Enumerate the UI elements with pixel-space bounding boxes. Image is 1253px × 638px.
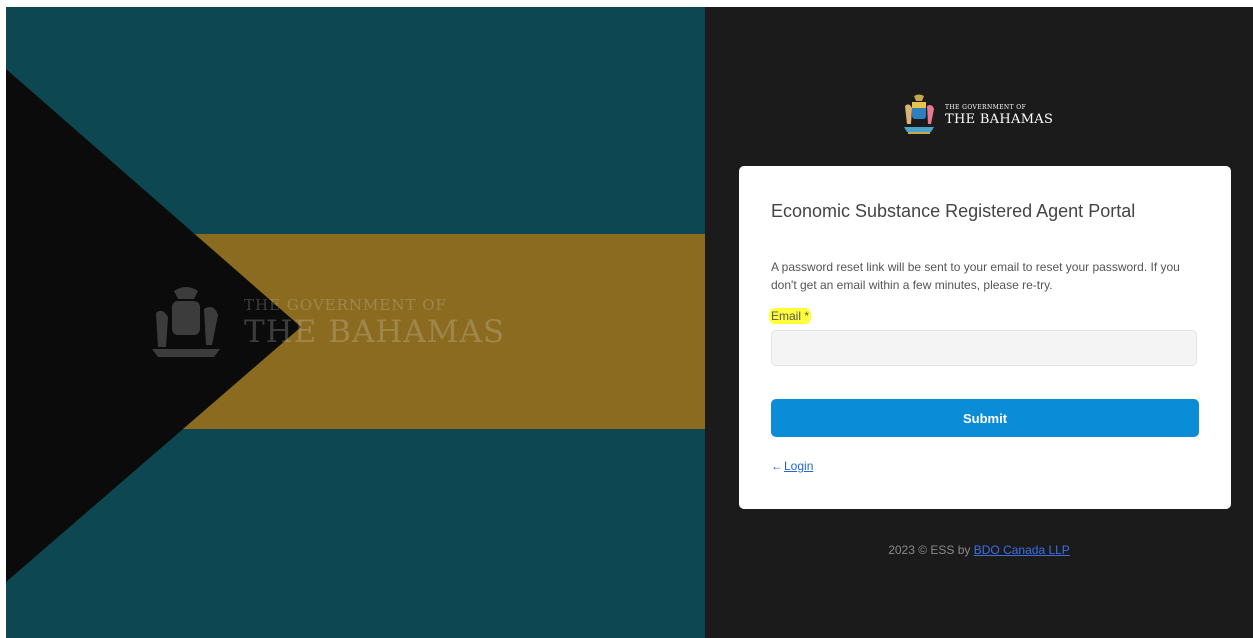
login-link-label: Login (784, 459, 814, 473)
password-reset-card: Economic Substance Registered Agent Port… (739, 166, 1231, 509)
card-title: Economic Substance Registered Agent Port… (771, 201, 1136, 221)
login-link[interactable]: ← Login (771, 459, 813, 473)
login-screen: THE GOVERNMENT OF THE BAHAMAS THE GOVERN… (6, 7, 1253, 638)
watermark-coat-of-arms-icon (152, 287, 220, 357)
footer: 2023 © ESS by BDO Canada LLP (705, 543, 1253, 557)
footer-copyright: 2023 © ESS by (888, 543, 974, 557)
brand-line2: THE BAHAMAS (945, 111, 1054, 127)
login-panel: THE GOVERNMENT OF THE BAHAMAS Economic S… (705, 7, 1253, 638)
government-logo: THE GOVERNMENT OF THE BAHAMAS (902, 94, 1053, 136)
watermark-line2: THE BAHAMAS (244, 314, 506, 350)
watermark-logo: THE GOVERNMENT OF THE BAHAMAS (146, 283, 505, 363)
submit-button[interactable]: Submit (771, 399, 1199, 437)
brand-line1: THE GOVERNMENT OF (945, 103, 1027, 111)
email-label: Email * (769, 308, 812, 324)
coat-of-arms-icon (904, 94, 934, 134)
hero-panel: THE GOVERNMENT OF THE BAHAMAS (6, 7, 705, 638)
reset-instructions: A password reset link will be sent to yo… (771, 260, 1180, 292)
bdo-canada-link[interactable]: BDO Canada LLP (974, 543, 1070, 557)
arrow-left-icon: ← (771, 459, 783, 473)
watermark-line1: THE GOVERNMENT OF (244, 296, 447, 314)
email-input[interactable] (771, 330, 1197, 366)
